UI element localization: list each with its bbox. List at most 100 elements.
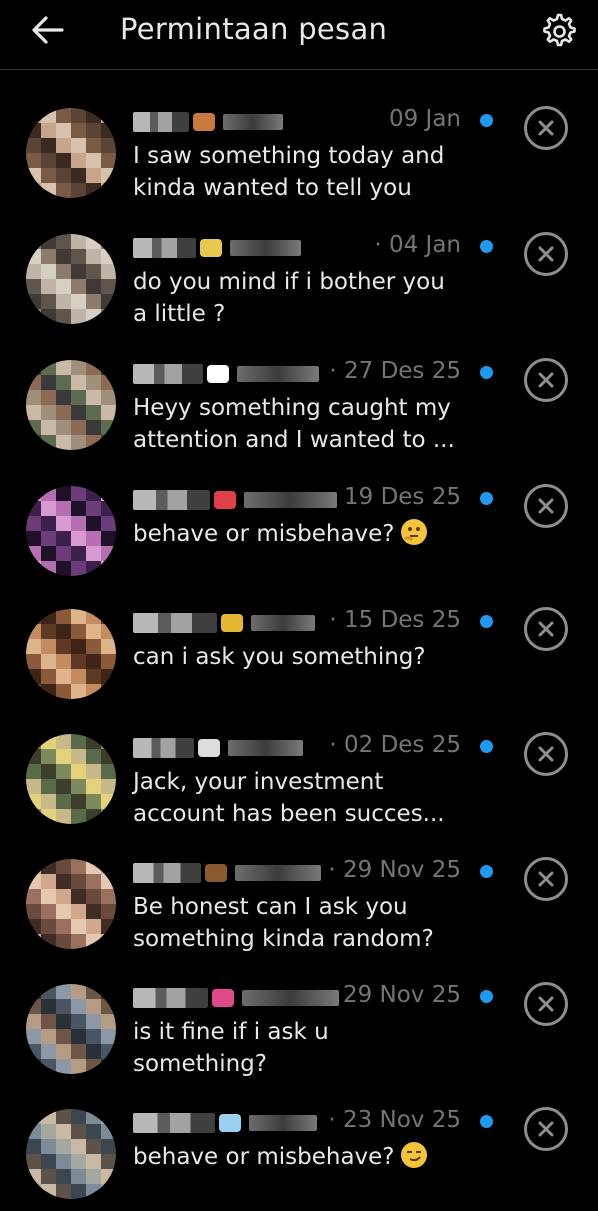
- dismiss-request-button[interactable]: [524, 106, 568, 150]
- avatar-pixel: [86, 874, 101, 889]
- dismiss-request-button[interactable]: [524, 358, 568, 402]
- sender-handle-redacted: [228, 739, 303, 756]
- avatar-pixel: [101, 1059, 116, 1074]
- message-preview-line: behave or misbehave?: [133, 518, 493, 550]
- avatar-pixel: [101, 234, 116, 249]
- message-request-row[interactable]: · 04 Jan do you mind if i bother you a lit…: [0, 210, 598, 336]
- avatar-pixel: [26, 999, 41, 1014]
- avatar-pixel: [86, 360, 101, 375]
- dismiss-request-button[interactable]: [524, 484, 568, 528]
- avatar-pixel: [56, 390, 71, 405]
- avatar-pixel: [71, 516, 86, 531]
- avatar-pixel: [56, 108, 71, 123]
- avatar-pixel: [86, 294, 101, 309]
- message-preview-line: Jack, your investment: [133, 766, 493, 798]
- avatar-pixel: [71, 1014, 86, 1029]
- avatar-pixel: [41, 168, 56, 183]
- message-preview-line: I saw something today and: [133, 140, 493, 172]
- message-preview: I saw something today and kinda wanted to…: [133, 140, 493, 204]
- message-request-row[interactable]: · 29 Nov 25 Be honest can I ask you someth…: [0, 835, 598, 961]
- avatar-pixel: [41, 138, 56, 153]
- avatar-pixel: [56, 153, 71, 168]
- avatar[interactable]: [26, 1109, 116, 1199]
- dismiss-request-button[interactable]: [524, 607, 568, 651]
- avatar-pixel: [56, 249, 71, 264]
- message-date: · 23 Nov 25: [328, 1107, 461, 1133]
- name-emoji-icon: [212, 988, 234, 1007]
- message-request-row[interactable]: · 19 Des 25 behave or misbehave?: [0, 462, 598, 588]
- avatar-pixel: [26, 639, 41, 654]
- message-date: · 29 Nov 25: [328, 857, 461, 883]
- avatar-pixel: [71, 609, 86, 624]
- avatar-pixel: [56, 1059, 71, 1074]
- avatar-pixel: [71, 249, 86, 264]
- sender-handle-redacted: [235, 864, 321, 881]
- avatar-pixel: [56, 486, 71, 501]
- avatar-pixel: [71, 1059, 86, 1074]
- avatar-pixel: [101, 501, 116, 516]
- avatar-pixel: [41, 561, 56, 576]
- avatar-pixel: [56, 889, 71, 904]
- avatar[interactable]: [26, 486, 116, 576]
- sender-handle-redacted: [223, 113, 283, 130]
- avatar-pixel: [41, 375, 56, 390]
- avatar-pixel: [41, 420, 56, 435]
- message-request-row[interactable]: · 23 Nov 25 behave or misbehave?: [0, 1085, 598, 1211]
- avatar-pixel: [71, 999, 86, 1014]
- avatar-pixel: [86, 794, 101, 809]
- avatar-pixel: [71, 309, 86, 324]
- message-preview: Be honest can I ask you something kinda r…: [133, 891, 493, 955]
- avatar-pixel: [71, 360, 86, 375]
- avatar-pixel: [86, 183, 101, 198]
- avatar-pixel: [26, 669, 41, 684]
- message-request-row[interactable]: · 15 Des 25 can i ask you something?: [0, 585, 598, 711]
- avatar-pixel: [26, 138, 41, 153]
- avatar-pixel: [101, 1154, 116, 1169]
- avatar[interactable]: [26, 859, 116, 949]
- avatar-pixel: [101, 669, 116, 684]
- avatar-pixel: [26, 794, 41, 809]
- avatar-pixel: [101, 1044, 116, 1059]
- message-request-row[interactable]: 09 Jan I saw something today and kinda wan…: [0, 84, 598, 210]
- avatar-pixel: [71, 375, 86, 390]
- message-request-row[interactable]: · 02 Des 25 Jack, your investment account …: [0, 710, 598, 836]
- settings-button[interactable]: [538, 10, 578, 50]
- avatar[interactable]: [26, 234, 116, 324]
- sender-name-redacted: [133, 363, 203, 384]
- avatar-pixel: [56, 309, 71, 324]
- avatar-pixel: [26, 934, 41, 949]
- avatar-pixel: [86, 609, 101, 624]
- sender-name-redacted: [133, 489, 210, 510]
- avatar-pixel: [41, 934, 56, 949]
- close-icon: [538, 1121, 554, 1137]
- avatar[interactable]: [26, 984, 116, 1074]
- avatar[interactable]: [26, 734, 116, 824]
- close-icon: [538, 498, 554, 514]
- avatar-pixel: [26, 294, 41, 309]
- dismiss-request-button[interactable]: [524, 982, 568, 1026]
- dismiss-request-button[interactable]: [524, 1107, 568, 1151]
- message-request-row[interactable]: · 27 Des 25 Heyy something caught my atten…: [0, 336, 598, 462]
- avatar-pixel: [26, 561, 41, 576]
- avatar-pixel: [26, 809, 41, 824]
- avatar-pixel: [86, 1139, 101, 1154]
- dismiss-request-button[interactable]: [524, 857, 568, 901]
- avatar-pixel: [71, 859, 86, 874]
- dismiss-request-button[interactable]: [524, 732, 568, 776]
- message-preview-line: Heyy something caught my: [133, 392, 493, 424]
- avatar[interactable]: [26, 360, 116, 450]
- message-request-row[interactable]: · 29 Nov 25 is it fine if i ask u somethin…: [0, 960, 598, 1086]
- avatar-pixel: [41, 1139, 56, 1154]
- message-preview-line: Be honest can I ask you: [133, 891, 493, 923]
- back-button[interactable]: [30, 14, 66, 46]
- avatar[interactable]: [26, 108, 116, 198]
- avatar-pixel: [101, 405, 116, 420]
- avatar[interactable]: [26, 609, 116, 699]
- dismiss-request-button[interactable]: [524, 232, 568, 276]
- message-preview-text: Heyy something caught my: [133, 395, 451, 421]
- avatar-pixel: [101, 279, 116, 294]
- avatar-pixel: [86, 138, 101, 153]
- avatar-pixel: [101, 904, 116, 919]
- close-icon: [538, 871, 554, 887]
- avatar-pixel: [86, 561, 101, 576]
